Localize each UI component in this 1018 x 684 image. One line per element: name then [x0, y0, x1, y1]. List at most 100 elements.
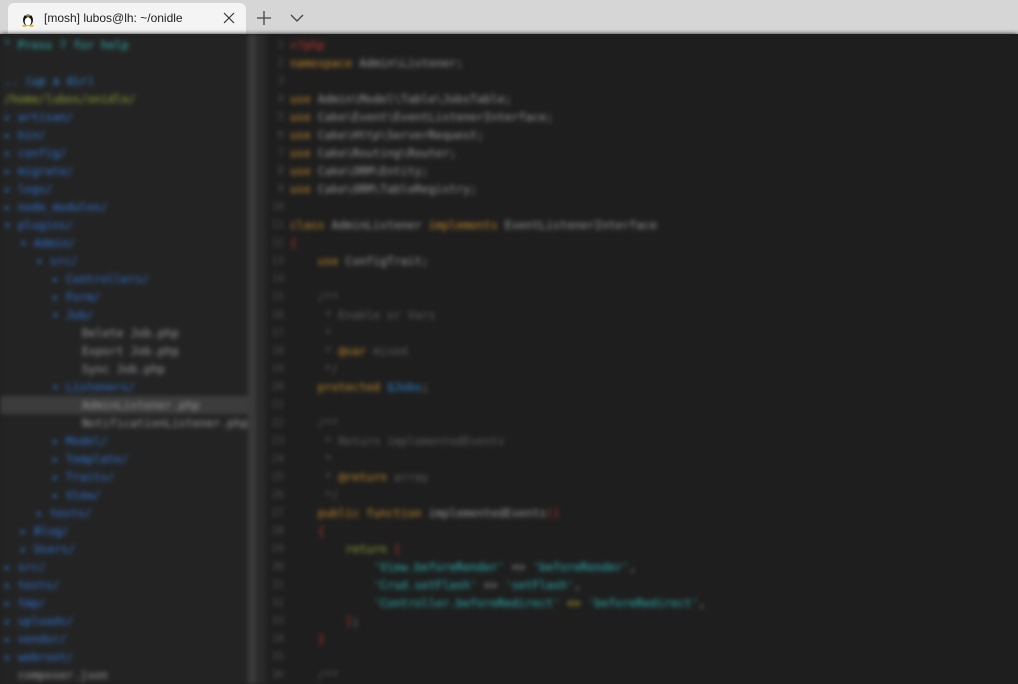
line-number: 31 — [271, 579, 284, 591]
tree-folder-item[interactable]: ▸ bin/ — [4, 126, 46, 144]
tree-folder-item[interactable]: ▸ Users/ — [20, 540, 75, 558]
line-number: 26 — [271, 489, 284, 501]
line-number: 14 — [271, 273, 284, 285]
line-number: 8 — [277, 165, 284, 177]
tree-folder-item[interactable]: ▾ Admin/ — [20, 234, 75, 252]
line-number: 19 — [271, 363, 284, 375]
line-number: 3 — [277, 75, 284, 87]
code-line: use ConfigTrait; — [290, 254, 429, 268]
code-line: 'Crud.setFlash' => 'setFlash', — [290, 578, 581, 592]
line-number: 7 — [277, 147, 284, 159]
line-number: 16 — [271, 309, 284, 321]
code-line: class AdminListener implements EventList… — [290, 218, 657, 232]
tree-folder-item[interactable]: ▸ tmp/ — [4, 594, 46, 612]
line-number: 17 — [271, 327, 284, 339]
code-line: <?php — [290, 38, 325, 52]
line-number: 27 — [271, 507, 284, 519]
tree-folder-item[interactable]: ▸ uploads/ — [4, 612, 73, 630]
code-line: use Cake\Event\EventListenerInterface; — [290, 110, 554, 124]
line-number: 9 — [277, 183, 284, 195]
line-number: 35 — [271, 651, 284, 663]
line-number: 22 — [271, 417, 284, 429]
tree-file-item[interactable]: AdminListener.php — [68, 396, 200, 414]
code-line: */ — [290, 488, 339, 502]
tree-folder-item[interactable]: ▸ config/ — [4, 144, 66, 162]
tree-file-item[interactable]: Sync Job.php — [68, 360, 165, 378]
tree-file-item[interactable]: Delete Job.php — [68, 324, 179, 342]
tree-folder-item[interactable]: ▾ Job/ — [52, 306, 94, 324]
tree-file-item[interactable]: Export Job.php — [68, 342, 179, 360]
code-line: use Cake\Routing\Router; — [290, 146, 457, 160]
tree-folder-item[interactable]: ▾ plugins/ — [4, 216, 73, 234]
tree-folder-item[interactable]: ▸ tests/ — [36, 504, 91, 522]
code-line: use Cake\ORM\Entity; — [290, 164, 429, 178]
line-number: 34 — [271, 633, 284, 645]
code-line: return [ — [290, 542, 401, 556]
tree-folder-item[interactable]: ▸ tests/ — [4, 576, 59, 594]
code-line: } — [290, 632, 325, 646]
tree-folder-item[interactable]: ▸ artisan/ — [4, 108, 73, 126]
chevron-down-icon[interactable] — [288, 9, 306, 27]
code-line: * Return implementedEvents — [290, 434, 505, 448]
code-line: { — [290, 524, 325, 538]
tree-folder-item[interactable]: ▸ Blog/ — [20, 522, 68, 540]
line-number: 25 — [271, 471, 284, 483]
line-number: 10 — [271, 201, 284, 213]
code-editor[interactable]: <?php namespace Admin\Listener; use Admin\… — [290, 34, 1018, 684]
line-number: 15 — [271, 291, 284, 303]
code-line: */ — [290, 362, 339, 376]
tree-folder-item[interactable]: ▸ Traits/ — [52, 468, 114, 486]
tree-folder-item[interactable]: ▸ Model/ — [52, 432, 107, 450]
tree-folder-item[interactable]: ▸ node_modules/ — [4, 198, 108, 216]
linux-tux-icon — [22, 13, 34, 27]
tree-folder-item[interactable]: ▸ Controllers/ — [52, 270, 149, 288]
code-line: /** — [290, 416, 339, 430]
close-icon[interactable] — [222, 11, 236, 25]
line-number: 12 — [271, 237, 284, 249]
file-tree-panel[interactable]: " Press ? for help .. (up a dir) /home/l… — [0, 34, 248, 684]
tree-folder-item[interactable]: ▸ src/ — [4, 558, 46, 576]
tree-folder-item[interactable]: ▸ Template/ — [52, 450, 128, 468]
title-bar: [mosh] lubos@lh: ~/onidle — [0, 0, 1018, 34]
line-number: 21 — [271, 399, 284, 411]
tree-folder-item[interactable]: ▸ vendor/ — [4, 630, 66, 648]
code-line: ]; — [290, 614, 360, 628]
line-number: 36 — [271, 669, 284, 681]
tree-help-text: " Press ? for help — [4, 38, 129, 52]
tree-folder-item[interactable]: ▸ migrate/ — [4, 162, 73, 180]
code-line: 'View.beforeRender' => 'beforeRender', — [290, 560, 637, 574]
code-line: use Admin\Model\Table\JobsTable; — [290, 92, 512, 106]
line-number: 20 — [271, 381, 284, 393]
tree-folder-item[interactable]: ▾ Listeners/ — [52, 378, 135, 396]
code-line: use Cake\ORM\TableRegistry; — [290, 182, 477, 196]
tree-file-item[interactable]: composer.json — [4, 666, 108, 684]
code-line: /** — [290, 668, 339, 682]
line-number: 23 — [271, 435, 284, 447]
vertical-split[interactable] — [248, 34, 256, 684]
tree-file-item[interactable]: NotificationListener.php — [68, 414, 248, 432]
tree-up-dir[interactable]: .. (up a dir) — [4, 72, 94, 90]
tab-title: [mosh] lubos@lh: ~/onidle — [44, 11, 183, 25]
line-number: 24 — [271, 453, 284, 465]
tree-folder-item[interactable]: ▸ View/ — [52, 486, 100, 504]
code-line: use Cake\Http\ServerRequest; — [290, 128, 484, 142]
code-line: /** — [290, 290, 339, 304]
tree-folder-item[interactable]: ▸ logs/ — [4, 180, 52, 198]
line-number: 29 — [271, 543, 284, 555]
line-number: 28 — [271, 525, 284, 537]
code-line: protected $Jobs; — [290, 380, 429, 394]
tree-folder-item[interactable]: ▸ Form/ — [52, 288, 100, 306]
line-number: 5 — [277, 111, 284, 123]
line-number: 2 — [277, 57, 284, 69]
code-line: * Enable or Vars — [290, 308, 436, 322]
tree-folder-item[interactable]: ▸ webroot/ — [4, 648, 73, 666]
tree-folder-item[interactable]: ▾ src/ — [36, 252, 78, 270]
line-number: 18 — [271, 345, 284, 357]
code-line: * — [290, 326, 332, 340]
plus-icon[interactable] — [254, 8, 274, 28]
terminal-content[interactable]: " Press ? for help .. (up a dir) /home/l… — [0, 34, 1018, 684]
line-number: 1 — [277, 39, 284, 51]
terminal-tab[interactable]: [mosh] lubos@lh: ~/onidle — [8, 3, 246, 34]
line-number: 32 — [271, 597, 284, 609]
code-line: 'Controller.beforeRedirect' => 'beforeRe… — [290, 596, 706, 610]
